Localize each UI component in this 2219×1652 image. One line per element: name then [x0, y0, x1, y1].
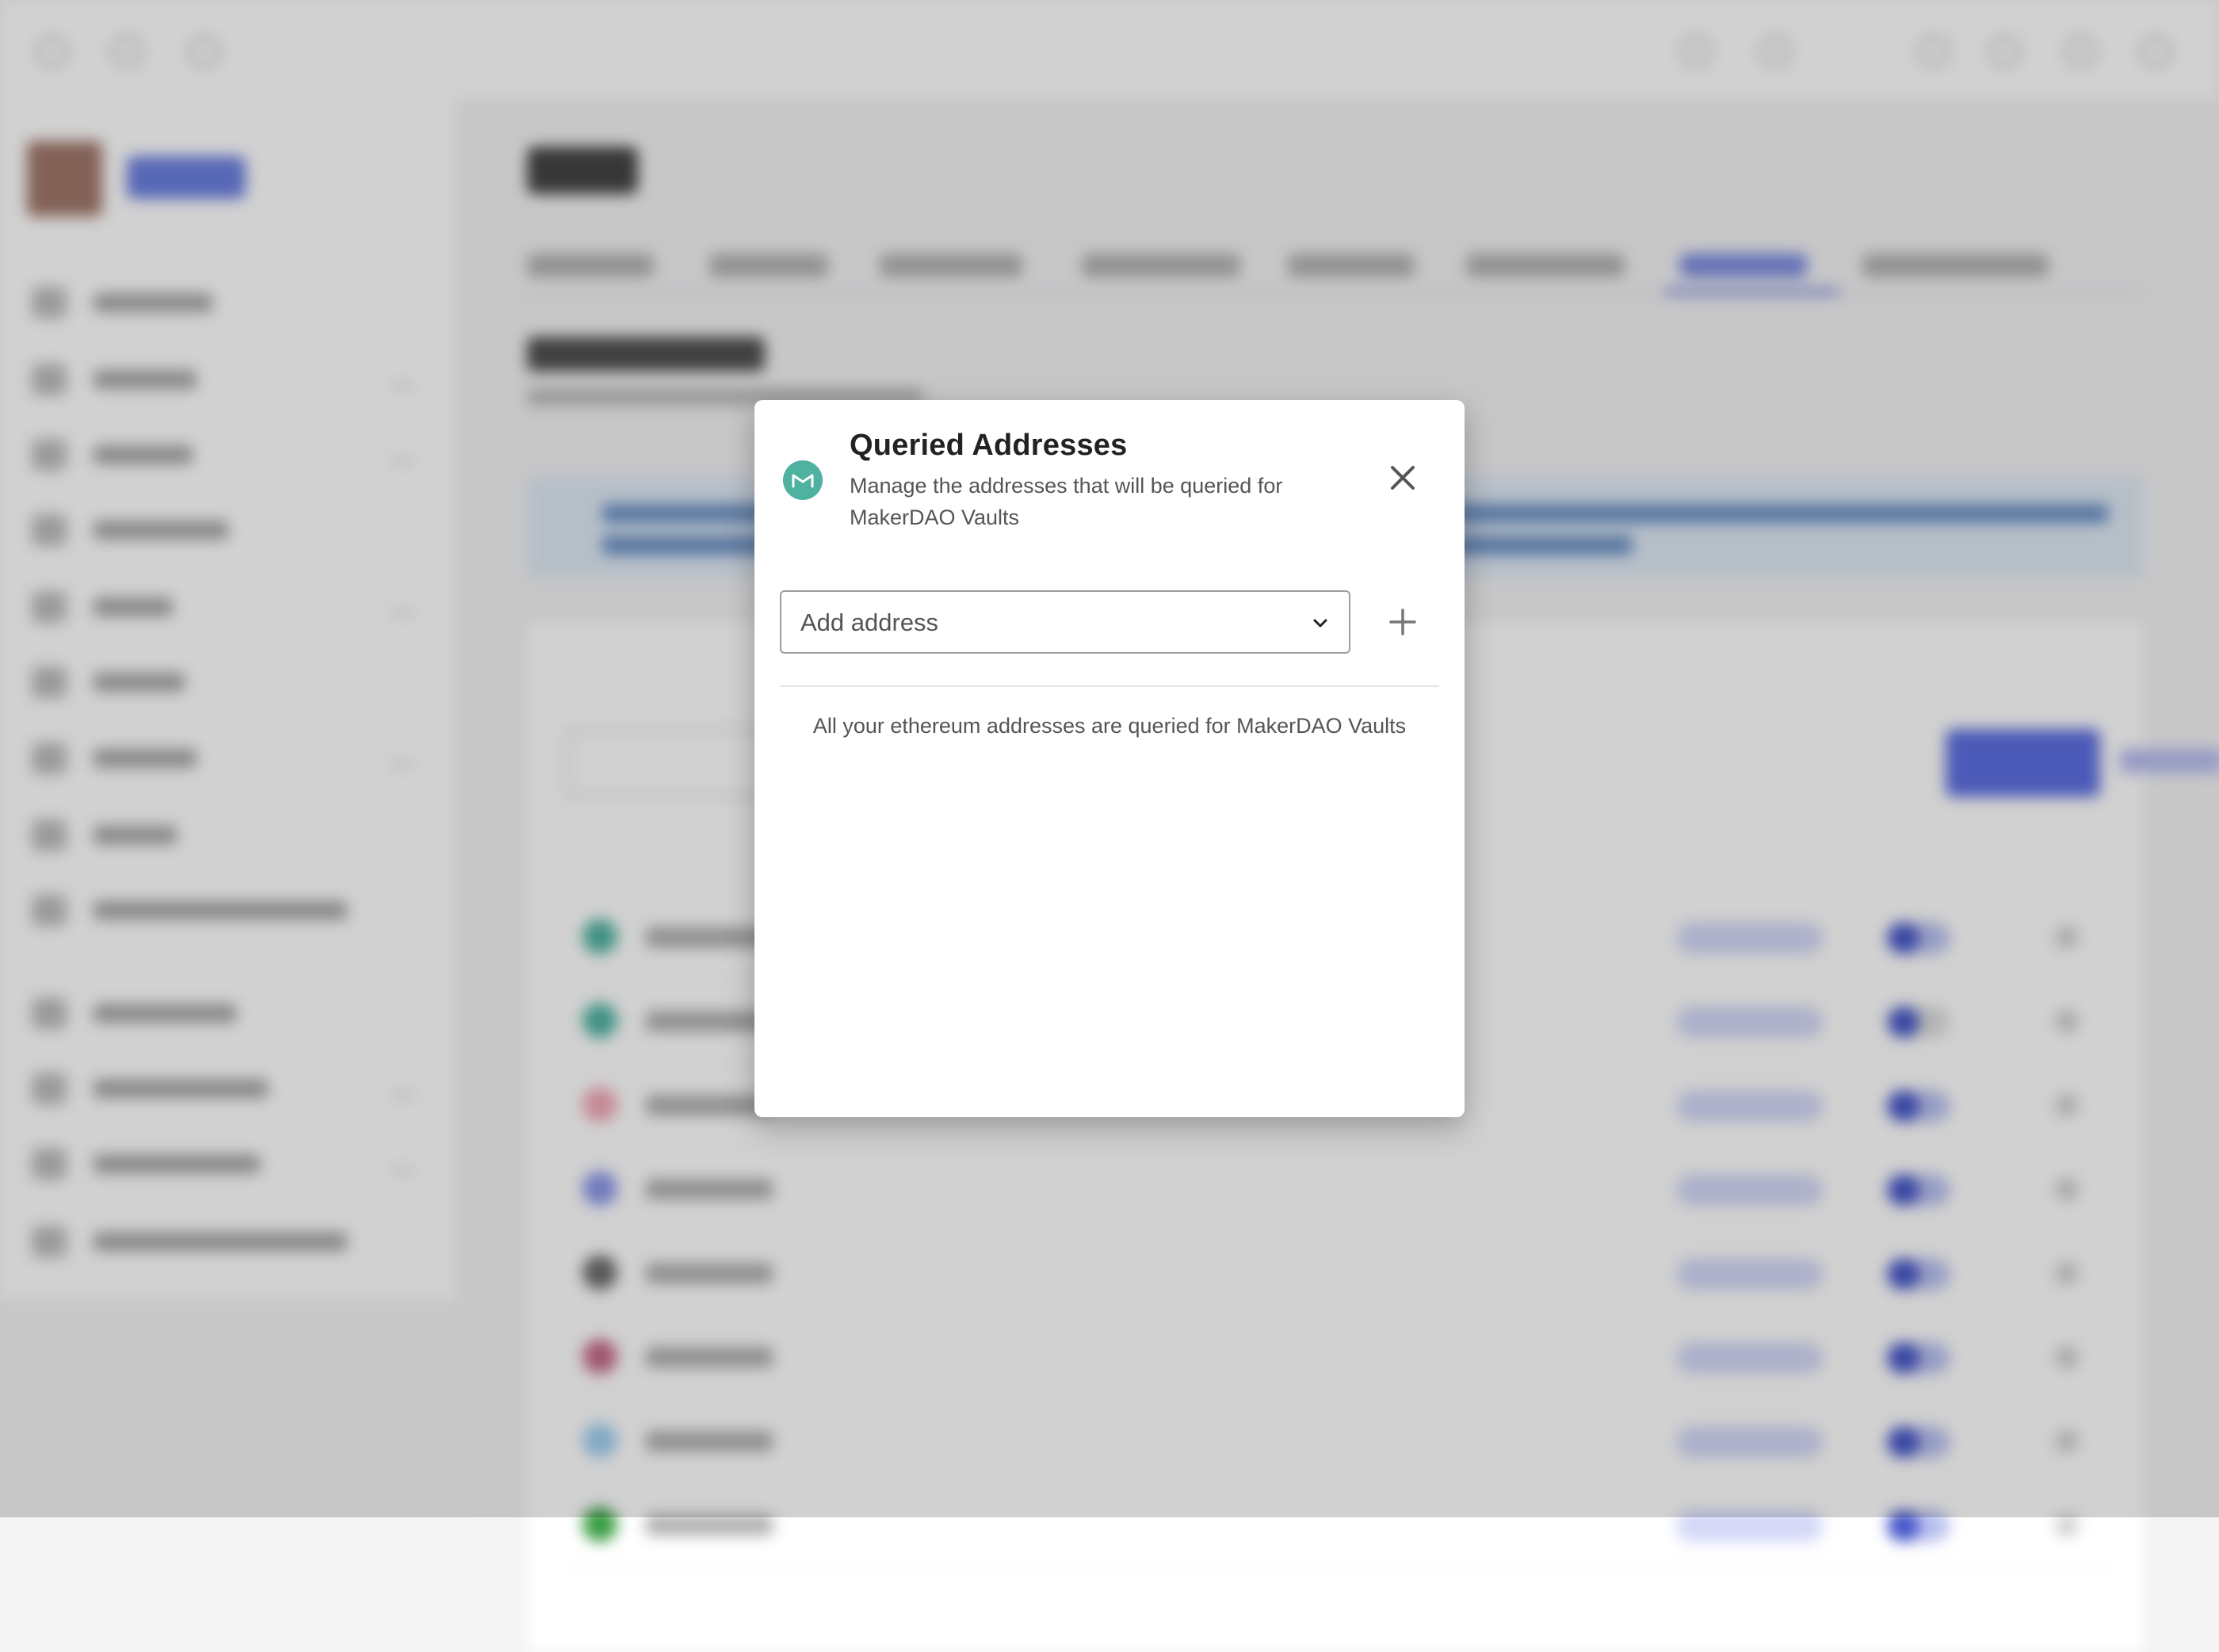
- dialog-title: Queried Addresses: [850, 429, 1128, 462]
- address-select[interactable]: Add address: [780, 590, 1350, 654]
- chevron-down-icon: [1313, 619, 1327, 628]
- divider: [780, 685, 1439, 687]
- dialog-subtitle: Manage the addresses that will be querie…: [850, 474, 1283, 529]
- close-icon: [1391, 466, 1415, 490]
- empty-state-message: All your ethereum addresses are queried …: [812, 714, 1407, 738]
- plus-icon: [1389, 609, 1416, 635]
- close-button[interactable]: [1381, 456, 1425, 500]
- queried-addresses-dialog: Queried Addresses Manage the addresses t…: [754, 400, 1465, 1117]
- address-select-placeholder: Add address: [800, 609, 939, 636]
- add-address-button[interactable]: [1381, 600, 1425, 644]
- makerdao-icon: [783, 460, 823, 500]
